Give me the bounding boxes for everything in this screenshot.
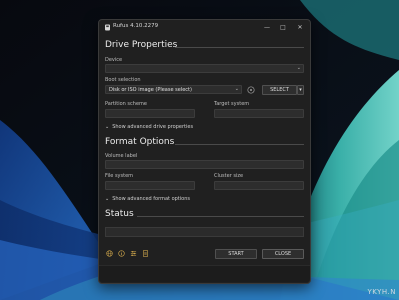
device-dropdown[interactable]: ⌄ <box>105 64 304 73</box>
file-system-label: File system <box>105 173 134 179</box>
boot-selection-value: Disk or ISO image (Please select) <box>109 87 192 93</box>
volume-label-input[interactable] <box>105 160 304 169</box>
minimize-button[interactable]: — <box>259 22 275 33</box>
checksum-icon[interactable] <box>247 86 255 94</box>
target-system-dropdown[interactable] <box>214 109 304 118</box>
boot-selection-label: Boot selection <box>105 77 141 83</box>
chevron-down-icon: ⌄ <box>296 65 301 71</box>
section-divider <box>137 216 304 217</box>
watermark: YKYH.N <box>367 288 396 296</box>
device-label: Device <box>105 57 123 63</box>
close-button[interactable]: CLOSE <box>262 249 304 259</box>
partition-scheme-dropdown[interactable] <box>105 109 195 118</box>
status-progress-bar <box>105 227 304 237</box>
target-system-label: Target system <box>214 101 250 107</box>
cluster-size-dropdown[interactable] <box>214 181 304 190</box>
drive-properties-heading: Drive Properties <box>105 40 178 50</box>
maximize-button[interactable]: □ <box>275 22 291 33</box>
advanced-drive-toggle[interactable]: ⌄ Show advanced drive properties <box>105 124 193 130</box>
chevron-down-icon: ⌄ <box>105 124 110 130</box>
select-button[interactable]: SELECT <box>262 85 297 95</box>
log-icon[interactable] <box>142 250 149 257</box>
status-footer <box>99 266 310 282</box>
boot-selection-dropdown[interactable]: Disk or ISO image (Please select) ⌄ <box>105 85 242 94</box>
advanced-format-toggle[interactable]: ⌄ Show advanced format options <box>105 196 190 202</box>
globe-icon[interactable] <box>106 250 113 257</box>
window-title: Rufus 4.10.2279 <box>113 23 159 29</box>
chevron-down-icon: ⌄ <box>234 86 239 92</box>
status-heading: Status <box>105 209 134 219</box>
file-system-dropdown[interactable] <box>105 181 195 190</box>
title-bar[interactable]: Rufus 4.10.2279 — □ ✕ <box>99 20 310 36</box>
chevron-down-icon: ⌄ <box>105 196 110 202</box>
usb-app-icon <box>105 24 110 31</box>
partition-scheme-label: Partition scheme <box>105 101 147 107</box>
cluster-size-label: Cluster size <box>214 173 244 179</box>
close-window-button[interactable]: ✕ <box>292 22 308 33</box>
section-divider <box>175 144 304 145</box>
info-icon[interactable] <box>118 250 125 257</box>
start-button[interactable]: START <box>215 249 257 259</box>
rufus-window: Rufus 4.10.2279 — □ ✕ Drive Properties D… <box>98 19 311 284</box>
advanced-drive-label: Show advanced drive properties <box>112 124 194 130</box>
chevron-down-icon: ▾ <box>299 87 302 93</box>
volume-label-label: Volume label <box>105 153 138 159</box>
advanced-format-label: Show advanced format options <box>112 196 190 202</box>
section-divider <box>175 47 304 48</box>
select-dropdown-arrow[interactable]: ▾ <box>297 85 304 95</box>
settings-icon[interactable] <box>130 250 137 257</box>
format-options-heading: Format Options <box>105 137 175 147</box>
